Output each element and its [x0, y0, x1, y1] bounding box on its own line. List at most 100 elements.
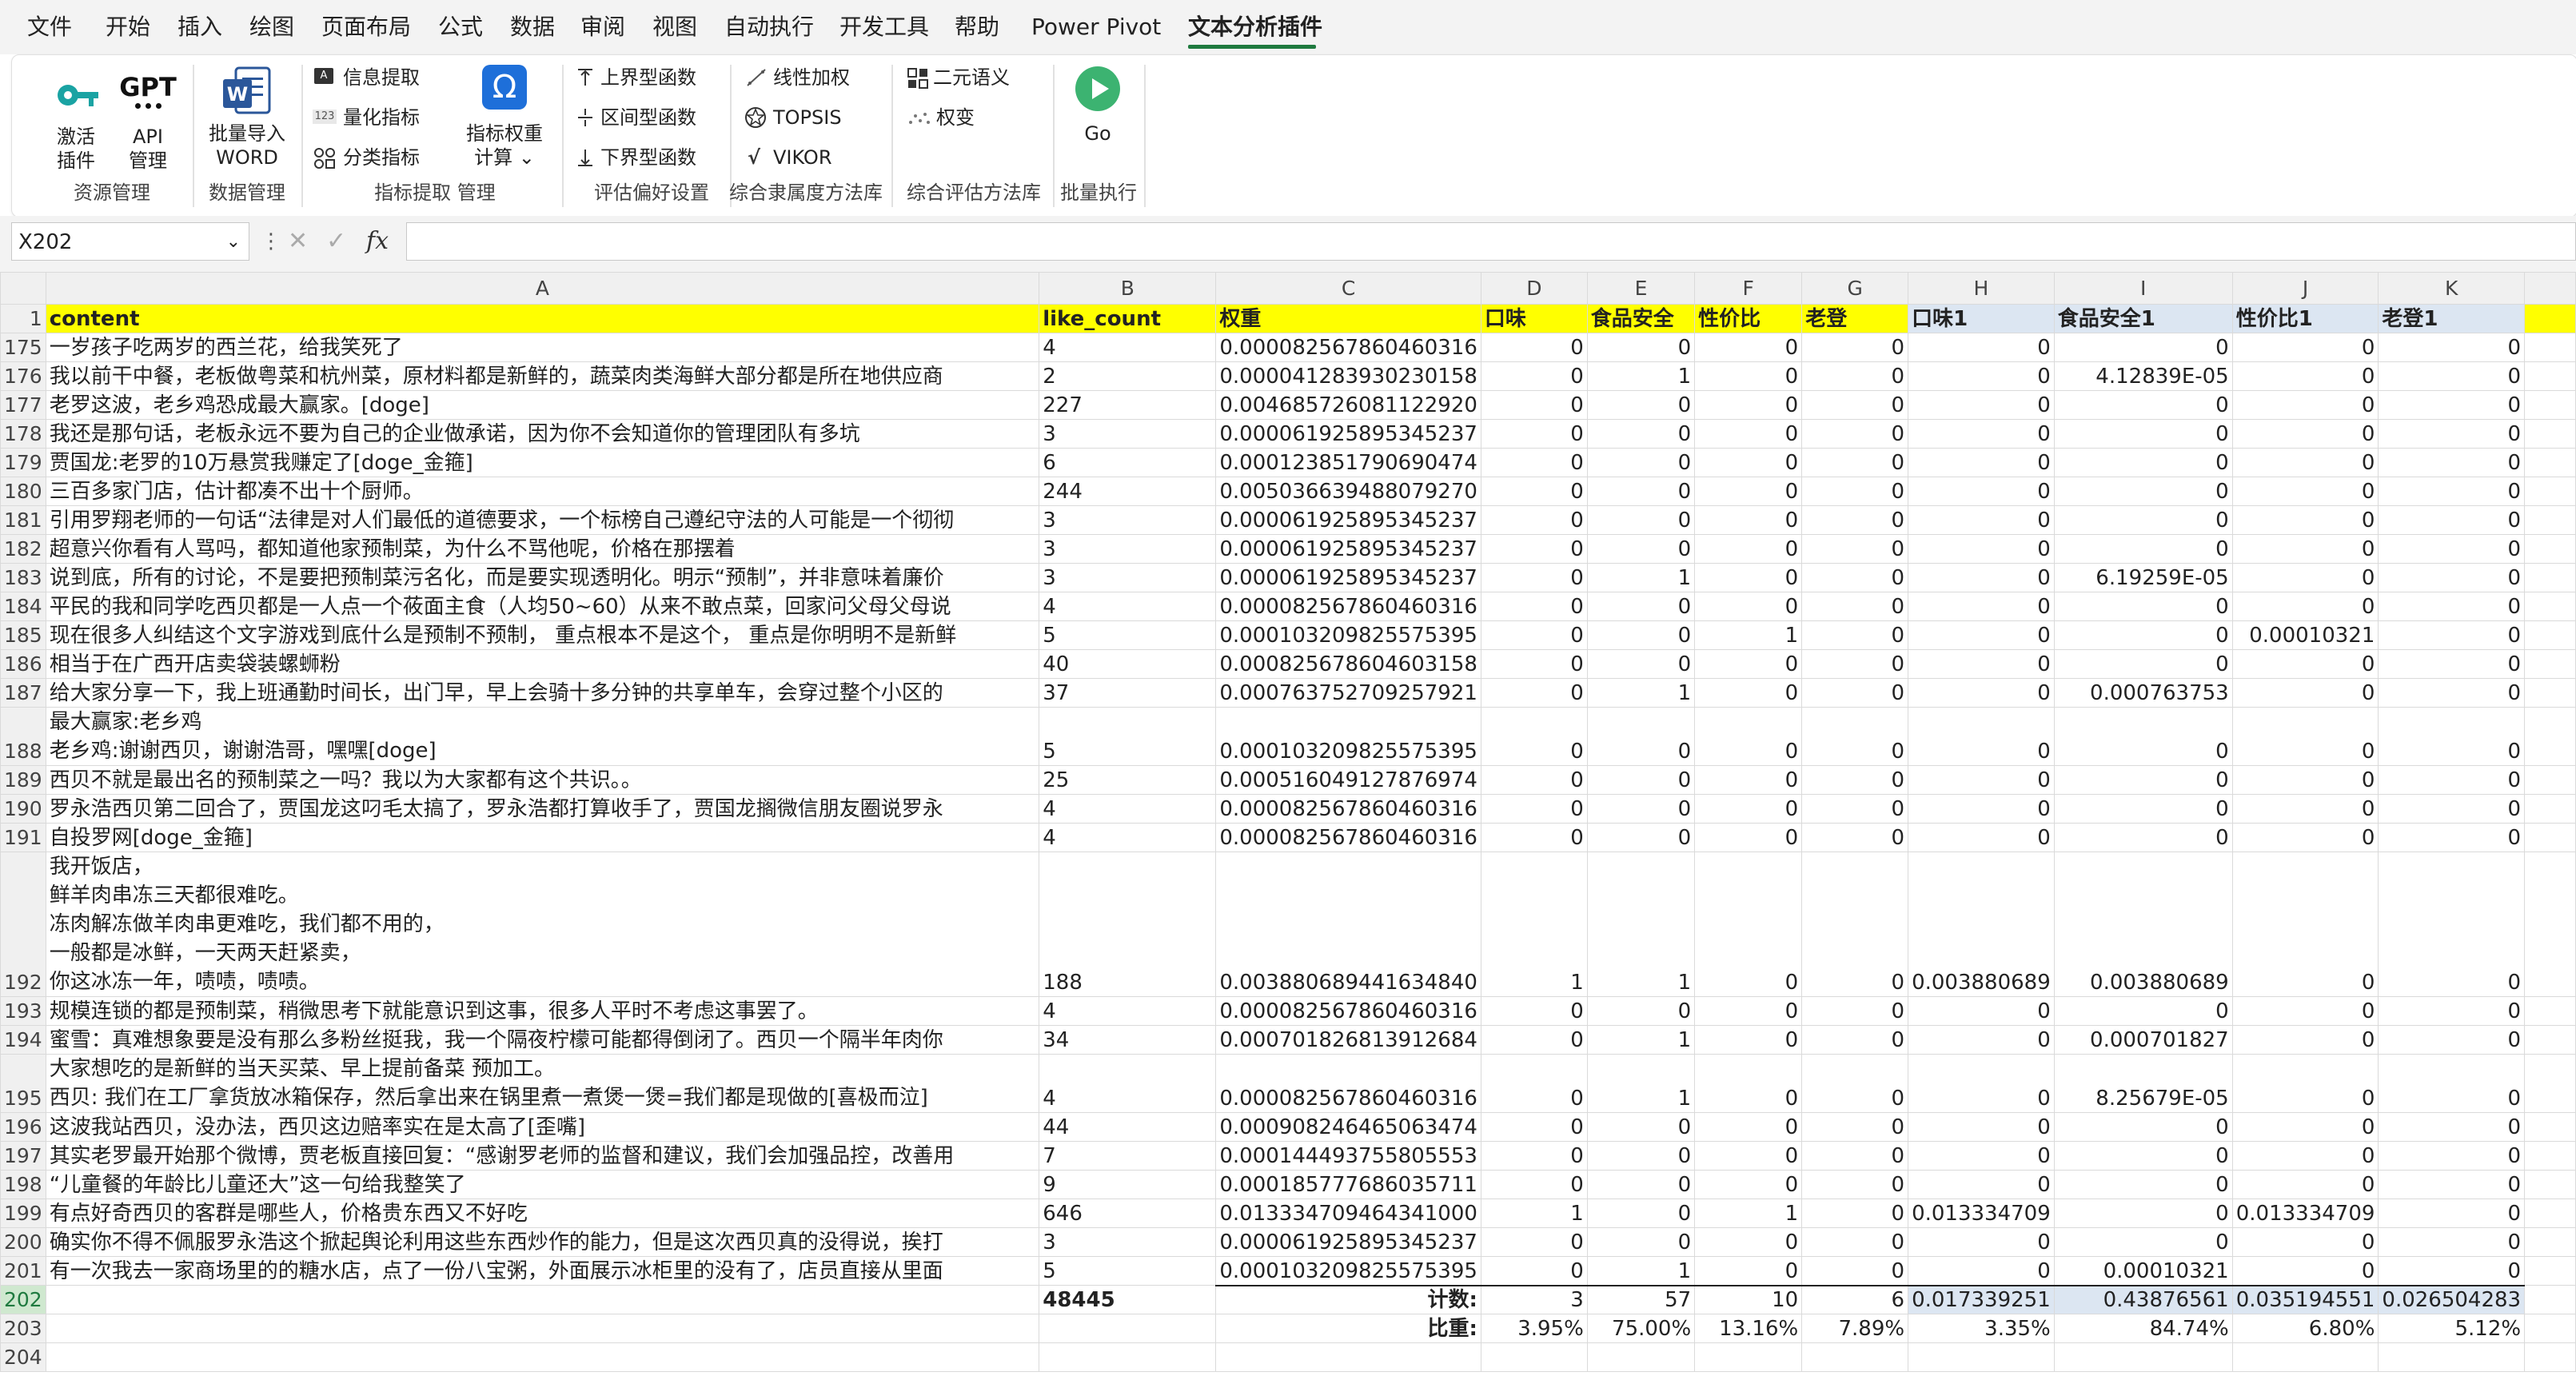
value-cell-j[interactable]: 0	[2231, 333, 2379, 362]
like-count-cell[interactable]: 6	[1039, 448, 1217, 477]
value-cell-k[interactable]: 0	[2378, 1227, 2526, 1257]
count-cell-g[interactable]: 6	[1801, 1284, 1909, 1314]
cell-table[interactable]: A B C D E F G H I J K 1 content like_count 权重 口味 食品安全 性价比…	[0, 272, 2576, 1372]
column-header-k[interactable]: K	[2378, 272, 2526, 305]
value-cell-g[interactable]: 0	[1801, 823, 1909, 852]
value-cell-e[interactable]: 0	[1586, 765, 1696, 795]
empty-cell[interactable]	[45, 1285, 1040, 1314]
tab-automate[interactable]: 自动执行	[724, 11, 814, 43]
empty-cell[interactable]	[2378, 1342, 2526, 1372]
value-cell-i[interactable]: 0	[2053, 707, 2233, 766]
value-cell-j[interactable]: 0	[2231, 707, 2379, 766]
count-cell-h[interactable]: 0.017339251	[1908, 1284, 2055, 1314]
content-cell[interactable]: 引用罗翔老师的一句话“法律是对人们最低的道德要求，一个标榜自己遵纪守法的人可能是…	[45, 505, 1040, 535]
ratio-cell-g[interactable]: 7.89%	[1801, 1314, 1909, 1343]
value-cell-i[interactable]: 0	[2053, 390, 2233, 420]
weight-cell[interactable]: 0.000908246465063474	[1215, 1112, 1481, 1142]
weight-cell[interactable]: 0.005036639488079270	[1215, 477, 1481, 506]
value-cell-f[interactable]: 0	[1694, 1256, 1803, 1286]
like-count-cell[interactable]: 7	[1039, 1141, 1217, 1171]
value-cell-d[interactable]: 0	[1480, 794, 1588, 824]
weight-cell[interactable]: 0.000123851790690474	[1215, 448, 1481, 477]
row-header[interactable]: 182	[0, 534, 46, 564]
empty-cell[interactable]	[1586, 1342, 1696, 1372]
value-cell-h[interactable]: 0	[1908, 1170, 2055, 1199]
content-cell[interactable]: 罗永浩西贝第二回合了，贾国龙这叼毛太搞了，罗永浩都打算收手了，贾国龙搁微信朋友圈…	[45, 794, 1040, 824]
value-cell-g[interactable]: 0	[1801, 852, 1909, 997]
like-count-cell[interactable]: 3	[1039, 505, 1217, 535]
like-count-cell[interactable]: 5	[1039, 707, 1217, 766]
count-cell-i[interactable]: 0.43876561	[2053, 1284, 2233, 1314]
value-cell-k[interactable]: 0	[2378, 477, 2526, 506]
interval-function-button[interactable]: 区间型函数	[572, 103, 732, 132]
weight-cell[interactable]: 0.000185777686035711	[1215, 1170, 1481, 1199]
quantify-button[interactable]: 123 量化指标	[311, 103, 455, 132]
value-cell-h[interactable]: 0	[1908, 823, 2055, 852]
weight-change-button[interactable]: 权变	[904, 103, 1048, 132]
value-cell-g[interactable]: 0	[1801, 996, 1909, 1026]
row-header[interactable]: 178	[0, 419, 46, 449]
value-cell-e[interactable]: 0	[1586, 649, 1696, 679]
content-cell[interactable]: 超意兴你看有人骂吗，都知道他家预制菜，为什么不骂他呢，价格在那摆着	[45, 534, 1040, 564]
tab-view[interactable]: 视图	[652, 11, 697, 43]
value-cell-d[interactable]: 0	[1480, 534, 1588, 564]
value-cell-h[interactable]: 0	[1908, 1025, 2055, 1055]
value-cell-k[interactable]: 0	[2378, 765, 2526, 795]
like-total-cell[interactable]: 48445	[1039, 1285, 1217, 1314]
like-count-cell[interactable]: 37	[1039, 678, 1217, 708]
header-cell[interactable]: 老登1	[2378, 304, 2526, 333]
value-cell-j[interactable]: 0	[2231, 765, 2379, 795]
value-cell-f[interactable]: 0	[1694, 1227, 1803, 1257]
value-cell-i[interactable]: 0	[2053, 794, 2233, 824]
value-cell-e[interactable]: 0	[1586, 534, 1696, 564]
column-header-i[interactable]: I	[2053, 272, 2233, 305]
value-cell-e[interactable]: 0	[1586, 794, 1696, 824]
value-cell-d[interactable]: 0	[1480, 1170, 1588, 1199]
tab-page-layout[interactable]: 页面布局	[321, 11, 411, 43]
tab-data[interactable]: 数据	[510, 11, 555, 43]
value-cell-f[interactable]: 0	[1694, 1141, 1803, 1171]
value-cell-e[interactable]: 1	[1586, 1256, 1696, 1286]
value-cell-h[interactable]: 0	[1908, 707, 2055, 766]
value-cell-g[interactable]: 0	[1801, 794, 1909, 824]
column-header-j[interactable]: J	[2231, 272, 2379, 305]
empty-cell[interactable]	[1480, 1342, 1588, 1372]
header-cell[interactable]: 权重	[1215, 304, 1481, 333]
value-cell-k[interactable]: 0	[2378, 505, 2526, 535]
value-cell-d[interactable]: 0	[1480, 707, 1588, 766]
weight-cell[interactable]: 0.000061925895345237	[1215, 419, 1481, 449]
row-header[interactable]: 1	[0, 304, 46, 333]
value-cell-j[interactable]: 0	[2231, 852, 2379, 997]
value-cell-i[interactable]: 0	[2053, 1199, 2233, 1228]
value-cell-j[interactable]: 0	[2231, 534, 2379, 564]
value-cell-h[interactable]: 0	[1908, 592, 2055, 621]
value-cell-f[interactable]: 0	[1694, 823, 1803, 852]
value-cell-d[interactable]: 0	[1480, 1141, 1588, 1171]
value-cell-h[interactable]: 0.003880689	[1908, 852, 2055, 997]
value-cell-g[interactable]: 0	[1801, 333, 1909, 362]
row-header[interactable]: 189	[0, 765, 46, 795]
count-cell-f[interactable]: 10	[1694, 1284, 1803, 1314]
count-cell-k[interactable]: 0.026504283	[2378, 1284, 2526, 1314]
value-cell-g[interactable]: 0	[1801, 1199, 1909, 1228]
lower-function-button[interactable]: 下界型函数	[572, 143, 732, 172]
value-cell-e[interactable]: 0	[1586, 477, 1696, 506]
row-header[interactable]: 204	[0, 1342, 46, 1372]
value-cell-f[interactable]: 0	[1694, 996, 1803, 1026]
cancel-icon[interactable]: ✕	[288, 227, 308, 256]
value-cell-h[interactable]: 0	[1908, 1256, 2055, 1286]
value-cell-h[interactable]: 0	[1908, 534, 2055, 564]
empty-cell[interactable]	[1039, 1342, 1217, 1372]
value-cell-h[interactable]: 0	[1908, 678, 2055, 708]
value-cell-h[interactable]: 0	[1908, 996, 2055, 1026]
value-cell-i[interactable]: 0	[2053, 448, 2233, 477]
weight-cell[interactable]: 0.000103209825575395	[1215, 707, 1481, 766]
content-cell[interactable]: 有点好奇西贝的客群是哪些人，价格贵东西又不好吃	[45, 1199, 1040, 1228]
value-cell-g[interactable]: 0	[1801, 620, 1909, 650]
like-count-cell[interactable]: 44	[1039, 1112, 1217, 1142]
row-header[interactable]: 176	[0, 361, 46, 391]
row-header[interactable]: 195	[0, 1054, 46, 1113]
value-cell-g[interactable]: 0	[1801, 563, 1909, 592]
header-cell[interactable]: 口味1	[1908, 304, 2055, 333]
value-cell-e[interactable]: 0	[1586, 390, 1696, 420]
